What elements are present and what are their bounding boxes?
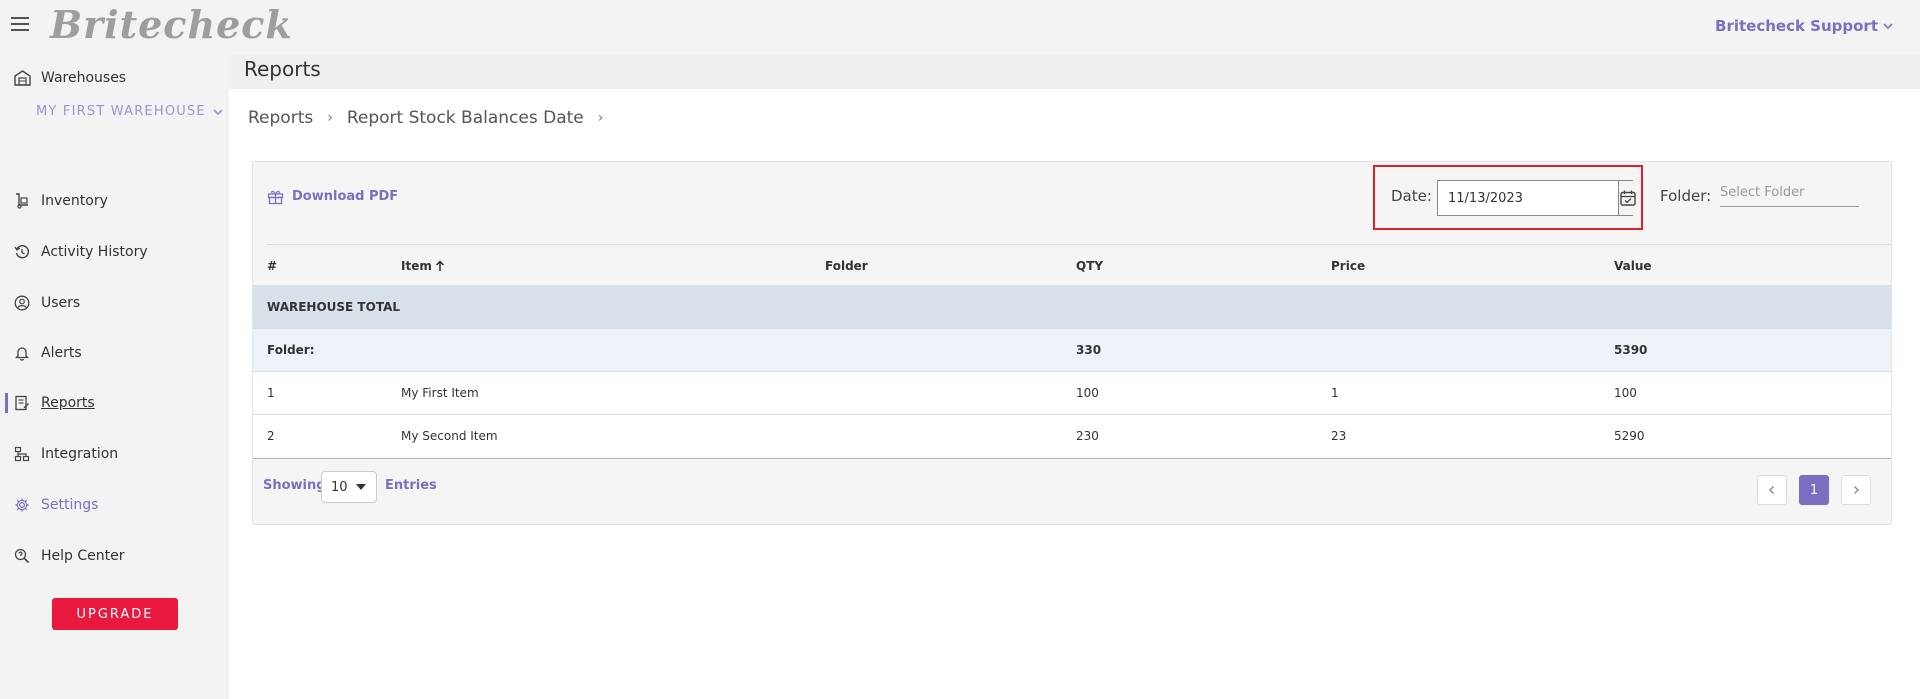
column-header-number: # — [267, 259, 278, 273]
sidebar-item-label: Settings — [41, 497, 99, 513]
next-page-button[interactable] — [1841, 475, 1871, 505]
sidebar-item-activity-history[interactable]: Activity History — [0, 236, 229, 268]
page-size-select[interactable]: 10 — [321, 471, 377, 503]
cell-number: 1 — [267, 386, 275, 400]
download-pdf-button[interactable]: Download PDF — [267, 188, 398, 205]
page-title: Reports — [244, 57, 321, 81]
chevron-down-icon — [213, 108, 223, 115]
history-icon — [13, 243, 31, 261]
sidebar-item-inventory[interactable]: Inventory — [0, 185, 229, 217]
download-pdf-label: Download PDF — [292, 189, 399, 204]
sidebar-item-label: Activity History — [41, 244, 148, 260]
page-button-current[interactable]: 1 — [1799, 475, 1829, 505]
entries-label: Entries — [385, 478, 437, 493]
calendar-icon — [1620, 190, 1636, 206]
gift-icon — [267, 190, 284, 205]
table-bottom-border — [253, 458, 1891, 459]
sidebar-item-alerts[interactable]: Alerts — [0, 337, 229, 369]
previous-page-button[interactable] — [1757, 475, 1787, 505]
user-menu[interactable]: Britecheck Support — [1715, 17, 1894, 35]
cell-qty: 100 — [1076, 386, 1099, 400]
warehouse-total-label: WAREHOUSE TOTAL — [267, 300, 401, 314]
gear-icon — [13, 496, 31, 514]
date-field — [1437, 180, 1637, 216]
column-header-item[interactable]: Item — [401, 259, 446, 273]
sidebar-item-label: Integration — [41, 446, 119, 462]
date-filter-highlight: Date: — [1373, 165, 1643, 230]
report-card: Download PDF Date: Folder: Select Folder… — [252, 161, 1892, 525]
column-header-folder: Folder — [825, 259, 868, 273]
warehouse-icon — [13, 69, 31, 87]
cell-price: 1 — [1331, 386, 1339, 400]
folder-subtotal-qty: 330 — [1076, 343, 1102, 357]
table-row[interactable]: 1 My First Item 100 1 100 — [253, 371, 1891, 414]
sidebar-item-label: Help Center — [41, 548, 125, 564]
sidebar-item-users[interactable]: Users — [0, 287, 229, 319]
showing-label: Showing — [263, 478, 326, 493]
sidebar-item-label: Warehouses — [41, 70, 127, 86]
folder-label: Folder: — [1660, 187, 1712, 205]
breadcrumb-item-reports[interactable]: Reports — [248, 108, 313, 128]
cell-value: 100 — [1614, 386, 1637, 400]
column-header-qty: QTY — [1076, 259, 1104, 273]
chevron-right-icon: › — [597, 110, 604, 126]
help-search-icon — [13, 547, 31, 565]
date-label: Date: — [1391, 187, 1432, 205]
sidebar-item-reports[interactable]: Reports — [0, 387, 229, 419]
folder-select[interactable]: Select Folder — [1720, 183, 1859, 207]
cell-item: My Second Item — [401, 429, 498, 443]
cell-item: My First Item — [401, 386, 479, 400]
breadcrumb-item-report-stock-balances-date[interactable]: Report Stock Balances Date — [347, 108, 584, 128]
sidebar-item-warehouses[interactable]: Warehouses — [0, 62, 229, 94]
chevron-right-icon: › — [327, 110, 333, 126]
hand-truck-icon — [13, 192, 31, 210]
column-header-item-label: Item — [401, 259, 432, 273]
folder-subtotal-row: Folder: 330 5390 — [253, 328, 1891, 371]
user-name: Britecheck Support — [1715, 17, 1878, 35]
cell-qty: 230 — [1076, 429, 1099, 443]
column-header-price: Price — [1331, 259, 1366, 273]
sidebar-item-label: Reports — [41, 395, 95, 411]
sidebar-item-label: Inventory — [41, 193, 108, 209]
folder-subtotal-label: Folder: — [267, 343, 315, 357]
cell-value: 5290 — [1614, 429, 1645, 443]
chevron-down-icon — [1883, 23, 1893, 30]
user-circle-icon — [13, 294, 31, 312]
network-icon — [13, 445, 31, 463]
table-row[interactable]: 2 My Second Item 230 23 5290 — [253, 414, 1891, 457]
report-icon — [13, 394, 31, 412]
sidebar-item-label: Users — [41, 295, 81, 311]
table-header: # Item Folder QTY Price Value — [267, 244, 1891, 285]
page-size-value: 10 — [331, 479, 348, 495]
warehouse-selector[interactable]: MY FIRST WAREHOUSE — [36, 104, 224, 119]
selected-warehouse: MY FIRST WAREHOUSE — [36, 104, 206, 119]
app-logo: Britecheck — [50, 2, 293, 47]
folder-subtotal-value: 5390 — [1614, 343, 1648, 357]
date-input[interactable] — [1438, 181, 1618, 215]
page-header: Reports — [229, 55, 1920, 89]
breadcrumb: Reports › Report Stock Balances Date › — [248, 108, 617, 128]
cell-number: 2 — [267, 429, 275, 443]
caret-down-icon — [355, 484, 366, 490]
calendar-button[interactable] — [1618, 181, 1637, 215]
cell-price: 23 — [1331, 429, 1347, 443]
bell-icon — [13, 344, 31, 362]
chevron-right-icon — [1854, 486, 1859, 494]
hamburger-menu-icon[interactable] — [11, 17, 29, 31]
sidebar-item-label: Alerts — [41, 345, 82, 361]
sidebar-item-help-center[interactable]: Help Center — [0, 540, 229, 572]
warehouse-total-row: WAREHOUSE TOTAL — [253, 285, 1891, 328]
sidebar: Warehouses MY FIRST WAREHOUSE Inventory … — [0, 55, 229, 699]
sidebar-item-settings[interactable]: Settings — [0, 489, 229, 521]
upgrade-button[interactable]: UPGRADE — [52, 598, 178, 630]
top-bar: Britecheck Britecheck Support — [0, 0, 1920, 55]
sidebar-item-integration[interactable]: Integration — [0, 438, 229, 470]
column-header-value: Value — [1614, 259, 1652, 273]
chevron-left-icon — [1769, 486, 1774, 494]
sort-ascending-icon — [435, 260, 444, 271]
